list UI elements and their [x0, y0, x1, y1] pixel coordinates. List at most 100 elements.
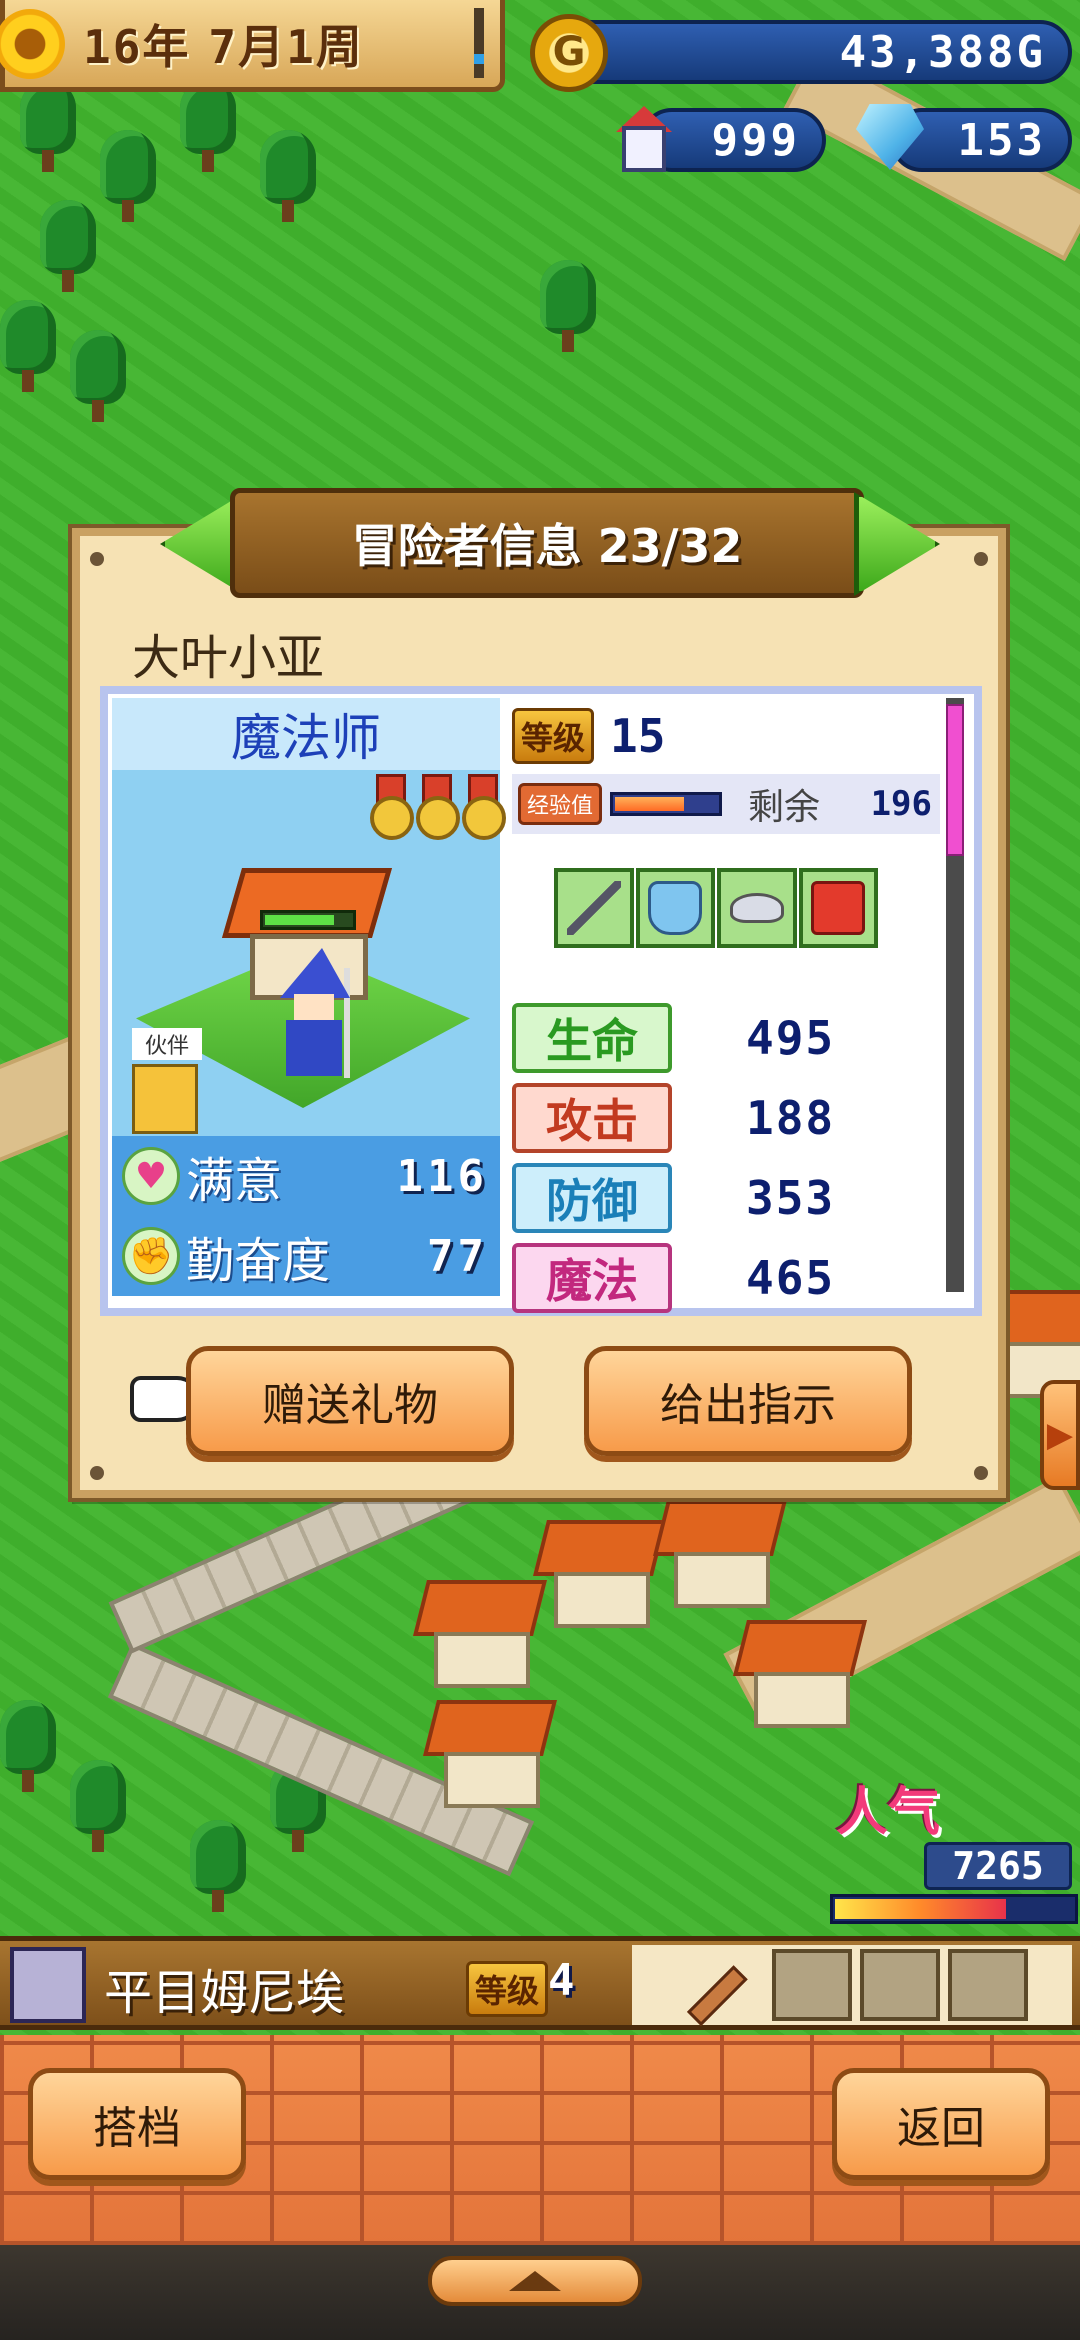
- tree: [0, 1700, 56, 1792]
- crystal-count: 153: [957, 114, 1046, 166]
- expand-tray-button[interactable]: [428, 2256, 642, 2306]
- dialog-title-banner: 冒险者信息 23/32: [230, 488, 864, 598]
- scrollbar[interactable]: [940, 698, 970, 1296]
- back-button[interactable]: 返回: [832, 2068, 1050, 2180]
- equipment-slot[interactable]: [717, 868, 797, 948]
- village-house: [413, 1580, 547, 1690]
- rivet: [90, 1466, 104, 1480]
- equipment-slot[interactable]: [635, 868, 715, 948]
- armor-icon: [648, 881, 703, 935]
- year-label: 16年: [83, 19, 191, 74]
- remaining-exp: 196: [870, 784, 932, 824]
- class-name: 魔法师: [231, 709, 381, 767]
- exp-badge: 经验值: [518, 783, 603, 825]
- month-week-label: 7月1周: [208, 19, 364, 74]
- adventurer-name: 大叶小亚: [132, 630, 325, 686]
- castle-count: 999: [711, 114, 800, 166]
- exp-bar: [610, 792, 723, 816]
- partner-portrait: [132, 1064, 198, 1134]
- exp-bar-fill: [615, 797, 685, 811]
- tree: [260, 130, 316, 222]
- side-menu-tab[interactable]: ▶: [1040, 1380, 1080, 1490]
- empty-slot[interactable]: [860, 1949, 940, 2021]
- rivet: [974, 552, 988, 566]
- wizard-sprite: [272, 948, 356, 1078]
- stat-label: 生命: [512, 1003, 672, 1073]
- party-member-level: 4: [548, 1955, 575, 2006]
- tree: [100, 130, 156, 222]
- health-bar: [260, 910, 356, 930]
- stats-column: 等级 15 经验值 剩余 196 生命 495 攻击 188 防御 353 魔法…: [512, 698, 942, 1313]
- gold-display: 43,388G: [560, 20, 1072, 84]
- stat-row: 攻击 188: [512, 1078, 942, 1158]
- equipment-slot[interactable]: [554, 868, 634, 948]
- tree: [70, 1760, 126, 1852]
- trait-row: ✊ 勤奋度 77: [112, 1216, 500, 1296]
- sword-icon[interactable]: [684, 1949, 764, 2021]
- stat-row: 防御 353: [512, 1158, 942, 1238]
- trait-value: 77: [427, 1230, 488, 1282]
- popularity-value: 7265: [924, 1842, 1072, 1890]
- empty-slot[interactable]: [772, 1949, 852, 2021]
- tree: [70, 330, 126, 422]
- village-house: [533, 1520, 667, 1630]
- chevron-up-icon: [509, 2271, 561, 2291]
- bag-icon: [811, 881, 866, 935]
- party-member-name: 平目姆尼埃: [104, 1965, 345, 2021]
- stat-row: 生命 495: [512, 998, 942, 1078]
- equipment-slot[interactable]: [798, 868, 878, 948]
- level-value: 15: [610, 709, 666, 763]
- empty-slot[interactable]: [948, 1949, 1028, 2021]
- stat-value: 465: [746, 1251, 836, 1305]
- rivet: [974, 1466, 988, 1480]
- class-header: 魔法师: [112, 698, 500, 770]
- trait-row: ♥ 满意 116: [112, 1136, 500, 1216]
- stat-value: 495: [746, 1011, 836, 1065]
- village-house: [733, 1620, 867, 1730]
- gold-coin-icon: G: [530, 14, 608, 92]
- dialog-title: 冒险者信息 23/32: [351, 519, 743, 573]
- level-badge: 等级: [466, 1961, 549, 2017]
- castle-icon: [612, 106, 674, 176]
- popularity-bar-fill: [835, 1899, 1006, 1919]
- medal-row: [368, 774, 506, 840]
- date-panel: 16年 7月1周: [0, 0, 505, 92]
- partner-label: 伙伴: [132, 1028, 202, 1060]
- partner-button[interactable]: 搭档: [28, 2068, 246, 2180]
- medal-icon: [414, 774, 460, 840]
- rivet: [90, 552, 104, 566]
- tree: [20, 80, 76, 172]
- give-instruction-button[interactable]: 给出指示: [584, 1346, 912, 1456]
- partner-badge[interactable]: 伙伴: [132, 1028, 202, 1138]
- village-house: [423, 1700, 557, 1810]
- village-house: [653, 1500, 787, 1610]
- remaining-label: 剩余: [748, 787, 821, 828]
- class-portrait-box: 魔法师 伙伴 ♥ 满意 116 ✊ 勤奋度 77: [112, 698, 506, 1296]
- medal-icon: [460, 774, 506, 840]
- stat-label: 魔法: [512, 1243, 672, 1313]
- experience-row: 经验值 剩余 196: [512, 774, 942, 834]
- stat-value: 353: [746, 1171, 836, 1225]
- tree: [40, 200, 96, 292]
- combat-stats: 生命 495 攻击 188 防御 353 魔法 465: [512, 998, 942, 1318]
- hat-icon: [729, 893, 784, 923]
- tree: [180, 80, 236, 172]
- give-gift-button[interactable]: 赠送礼物: [186, 1346, 514, 1456]
- trait-value: 116: [396, 1150, 488, 1202]
- party-member-bar[interactable]: 平目姆尼埃 等级 4: [0, 1936, 1080, 2030]
- popularity-bar: [830, 1894, 1078, 1924]
- trait-list: ♥ 满意 116 ✊ 勤奋度 77: [112, 1136, 500, 1296]
- scrollbar-thumb[interactable]: [946, 704, 964, 856]
- tree: [0, 300, 56, 392]
- fist-icon: ✊: [122, 1227, 180, 1285]
- avatar: [10, 1947, 86, 2023]
- popularity-meter: 人气 7265: [810, 1770, 1080, 1930]
- adventurer-detail-panel: 魔法师 伙伴 ♥ 满意 116 ✊ 勤奋度 77 等级 15 经验值 剩余 19…: [100, 686, 982, 1316]
- staff-icon: [566, 881, 621, 935]
- gold-amount: 43,388G: [839, 26, 1046, 78]
- sunflower-icon: [0, 8, 65, 79]
- trait-label: 满意: [186, 1153, 283, 1209]
- trait-label: 勤奋度: [186, 1233, 331, 1289]
- stat-label: 攻击: [512, 1083, 672, 1153]
- level-row: 等级 15: [512, 698, 942, 774]
